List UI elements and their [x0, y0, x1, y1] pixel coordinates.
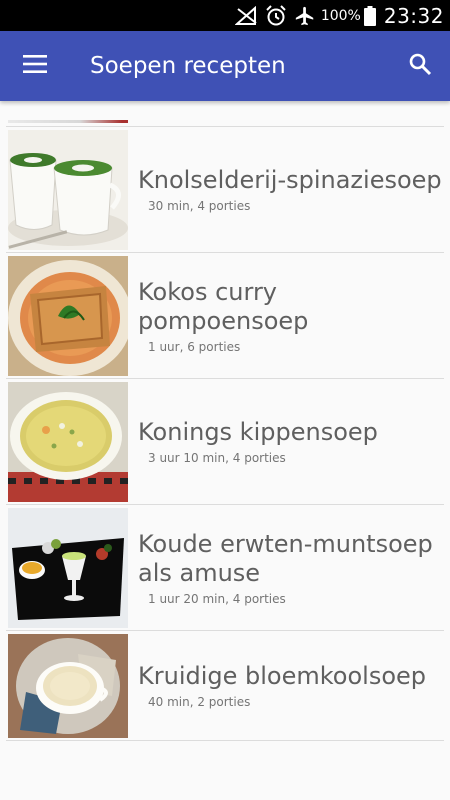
- recipe-thumbnail: [8, 381, 128, 502]
- hamburger-menu-icon: [23, 55, 47, 77]
- search-icon: [408, 52, 432, 80]
- status-bar: 100% 23:32: [0, 0, 450, 31]
- recipe-meta: 1 uur 20 min, 4 porties: [148, 591, 286, 606]
- recipe-name: Kruidige bloemkoolsoep: [138, 662, 427, 690]
- recipe-thumbnail: [8, 255, 128, 376]
- app-bar: Soepen recepten: [0, 31, 450, 101]
- recipe-item[interactable]: Koude erwten-muntsoep als amuse 1 uur 20…: [6, 505, 444, 631]
- recipe-meta: 40 min, 2 porties: [148, 695, 251, 709]
- recipe-name: Knolselderij-spinaziesoep: [138, 166, 442, 194]
- list-item-partial: [6, 101, 444, 127]
- alarm-icon: [265, 0, 287, 31]
- search-button[interactable]: [390, 31, 450, 101]
- recipe-item[interactable]: Kokos curry pompoensoep 1 uur, 6 porties: [6, 253, 444, 379]
- clock: 23:32: [383, 3, 444, 28]
- recipe-item[interactable]: Kruidige bloemkoolsoep 40 min, 2 porties: [6, 631, 444, 741]
- recipe-meta: 1 uur, 6 porties: [148, 339, 241, 354]
- battery-icon: [363, 0, 376, 31]
- recipe-item[interactable]: Knolselderij-spinaziesoep 30 min, 4 port…: [6, 127, 444, 253]
- recipe-thumbnail: [8, 507, 128, 628]
- recipe-name: Kokos curry pompoensoep: [138, 277, 309, 335]
- battery-percentage: 100%: [320, 7, 361, 24]
- recipe-meta: 3 uur 10 min, 4 porties: [148, 451, 286, 465]
- recipe-name: Konings kippensoep: [138, 418, 378, 446]
- recipe-thumbnail: [8, 129, 128, 250]
- recipe-meta: 30 min, 4 porties: [148, 199, 251, 213]
- page-title: Soepen recepten: [90, 53, 286, 79]
- menu-button[interactable]: [0, 31, 70, 101]
- recipe-list[interactable]: Knolselderij-spinaziesoep 30 min, 4 port…: [0, 101, 450, 800]
- recipe-thumbnail: [8, 633, 128, 738]
- airplane-mode-icon: [293, 0, 317, 31]
- no-signal-icon: [234, 0, 259, 31]
- recipe-item[interactable]: Konings kippensoep 3 uur 10 min, 4 porti…: [6, 379, 444, 505]
- recipe-name: Koude erwten-muntsoep als amuse: [138, 529, 433, 587]
